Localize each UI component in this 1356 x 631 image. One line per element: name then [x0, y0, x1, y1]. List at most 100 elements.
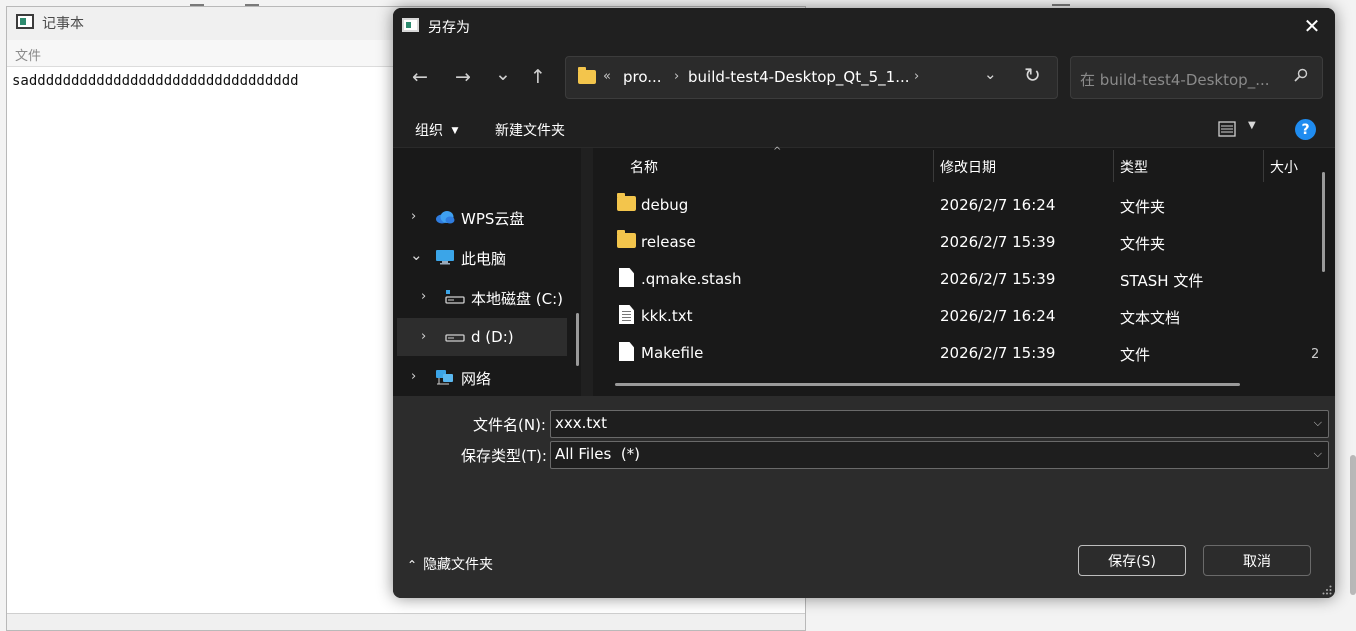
new-folder-button[interactable]: 新建文件夹 [495, 120, 565, 140]
view-options-icon[interactable] [1218, 120, 1236, 138]
hide-folders-label: 隐藏文件夹 [423, 557, 494, 573]
address-dropdown-icon[interactable]: ⌄ [984, 65, 997, 83]
save-button[interactable]: 保存(S) [1078, 545, 1186, 576]
nav-item-label: WPS云盘 [461, 210, 525, 228]
command-bar: 组织 ▼ 新建文件夹 ▼ ? [393, 110, 1335, 148]
filename-field[interactable]: xxx.txt ⌵ [550, 410, 1329, 438]
cancel-button[interactable]: 取消 [1203, 545, 1311, 576]
forward-button[interactable]: → [449, 64, 477, 90]
save-options-panel: 文件名(N): xxx.txt ⌵ 保存类型(T): All Files (*)… [393, 396, 1335, 598]
organize-menu[interactable]: 组织 ▼ [415, 120, 458, 140]
chevron-down-icon[interactable]: ⌵ [1314, 447, 1322, 461]
network-icon [436, 370, 453, 385]
chevron-down-icon[interactable]: ⌵ [1314, 416, 1322, 430]
column-date[interactable]: 修改日期 [940, 157, 996, 177]
nav-item-label: 网络 [461, 370, 492, 388]
truncated-size-value: 2 [1311, 347, 1320, 362]
column-divider[interactable] [1113, 150, 1114, 182]
background-scrollbar [1350, 455, 1356, 595]
background-area [806, 600, 856, 631]
column-type[interactable]: 类型 [1120, 157, 1148, 177]
nav-item-label: 本地磁盘 (C:) [471, 290, 563, 308]
file-type: 文本文档 [1120, 309, 1181, 327]
file-type: 文件夹 [1120, 235, 1166, 253]
save-as-dialog: 另存为 ✕ ← → ⌄ ↑ « pro... › build-test4-Des… [393, 8, 1335, 598]
expand-icon[interactable]: › [411, 209, 416, 224]
dialog-title: 另存为 [428, 20, 470, 36]
collapse-icon[interactable]: ⌄ [410, 246, 423, 264]
chevron-down-icon: ⌄ [495, 63, 511, 85]
back-button[interactable]: ← [406, 64, 434, 90]
hide-folders-toggle[interactable]: ⌃ 隐藏文件夹 [407, 554, 493, 574]
nav-item-drive-d[interactable]: › d (D:) [397, 318, 567, 356]
cloud-icon [436, 211, 455, 224]
file-row[interactable]: release 2026/2/7 15:39 文件夹 [608, 224, 1323, 260]
organize-label: 组织 [415, 123, 443, 139]
text-file-icon [619, 305, 634, 326]
overflow-icon[interactable]: « [603, 69, 611, 84]
close-icon: ✕ [1303, 14, 1321, 38]
notepad-editor[interactable]: sadddddddddddddddddddddddddddddddd [12, 73, 299, 89]
caret-down-icon[interactable]: ▼ [1248, 120, 1256, 131]
arrow-right-icon: → [455, 66, 471, 88]
file-row[interactable]: kkk.txt 2026/2/7 16:24 文本文档 [608, 298, 1323, 334]
file-row[interactable]: .qmake.stash 2026/2/7 15:39 STASH 文件 [608, 261, 1323, 297]
background-toolbar-glyph [1052, 0, 1070, 6]
column-header-row: ^ 名称 修改日期 类型 大小 [593, 146, 1323, 184]
file-row[interactable]: Makefile 2026/2/7 15:39 文件 [608, 335, 1323, 371]
filename-input[interactable]: xxx.txt [555, 414, 607, 432]
computer-icon [436, 250, 454, 265]
column-name[interactable]: 名称 [630, 157, 658, 177]
file-row[interactable]: debug 2026/2/7 16:24 文件夹 [608, 187, 1323, 223]
file-type: 文件 [1120, 346, 1151, 364]
nav-item-network[interactable]: › 网络 [397, 358, 567, 396]
close-button[interactable]: ✕ [1289, 8, 1335, 44]
file-icon [619, 342, 634, 363]
search-icon [1294, 68, 1308, 82]
file-list-vertical-scrollbar[interactable] [1322, 172, 1325, 272]
breadcrumb-segment[interactable]: pro... [623, 68, 662, 86]
expand-icon[interactable]: › [421, 289, 426, 304]
file-date: 2026/2/7 15:39 [940, 270, 1056, 288]
file-list-horizontal-scrollbar[interactable] [615, 383, 1240, 386]
file-date: 2026/2/7 16:24 [940, 307, 1056, 325]
resize-grip-icon[interactable] [1322, 585, 1332, 595]
filename-label: 文件名(N): [473, 416, 546, 434]
recent-locations-button[interactable]: ⌄ [489, 61, 517, 87]
nav-pane-scrollbar[interactable] [576, 313, 579, 366]
refresh-icon[interactable]: ↻ [1024, 63, 1041, 87]
navigation-row: ← → ⌄ ↑ « pro... › build-test4-Desktop_Q… [393, 44, 1335, 110]
address-bar[interactable]: « pro... › build-test4-Desktop_Qt_5_1...… [565, 56, 1058, 99]
filetype-value: All Files (*) [555, 445, 641, 463]
file-date: 2026/2/7 15:39 [940, 344, 1056, 362]
column-size[interactable]: 大小 [1270, 157, 1298, 177]
filetype-select[interactable]: All Files (*) ⌵ [550, 441, 1329, 469]
notepad-horizontal-scrollbar[interactable] [7, 613, 805, 630]
expand-icon[interactable]: › [421, 329, 426, 344]
file-date: 2026/2/7 15:39 [940, 233, 1056, 251]
nav-item-this-pc[interactable]: ⌄ 此电脑 [397, 238, 567, 276]
help-icon[interactable]: ? [1295, 119, 1316, 140]
dialog-app-icon [402, 18, 419, 32]
folder-icon [578, 67, 596, 84]
nav-item-drive-c[interactable]: › 本地磁盘 (C:) [397, 278, 567, 316]
file-name: Makefile [641, 344, 704, 362]
drive-icon [445, 334, 465, 342]
breadcrumb-separator-icon[interactable]: › [914, 69, 919, 84]
search-box[interactable]: 在 build-test4-Desktop_... [1070, 56, 1323, 99]
column-divider[interactable] [933, 150, 934, 182]
expand-icon[interactable]: › [411, 369, 416, 384]
breadcrumb-segment[interactable]: build-test4-Desktop_Qt_5_1... [688, 68, 910, 86]
search-input[interactable]: 在 build-test4-Desktop_... [1080, 69, 1270, 90]
sort-ascending-icon: ^ [773, 146, 782, 157]
menu-file[interactable]: 文件 [15, 45, 41, 64]
up-button[interactable]: ↑ [524, 64, 552, 90]
nav-item-wps-cloud[interactable]: › WPS云盘 [397, 198, 567, 236]
column-divider[interactable] [1263, 150, 1264, 182]
nav-item-label: d (D:) [471, 328, 514, 346]
file-name: .qmake.stash [641, 270, 742, 288]
navigation-pane: › WPS云盘 ⌄ 此电脑 › 本地磁盘 (C:) › d (D:) › 网络 [393, 148, 581, 396]
drive-icon [445, 290, 465, 304]
dialog-titlebar: 另存为 ✕ [393, 8, 1335, 44]
breadcrumb-separator-icon[interactable]: › [674, 69, 679, 84]
